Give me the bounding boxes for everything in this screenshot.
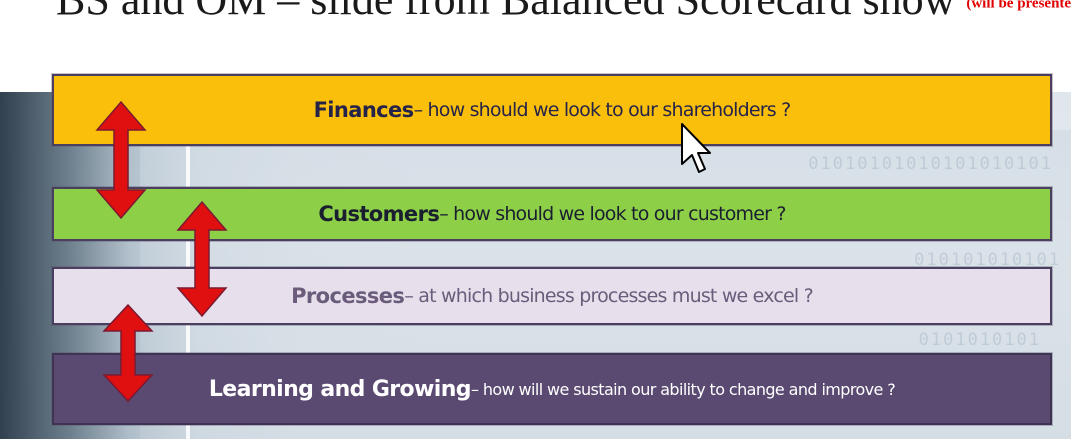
slide-title-text: BS and OM – slide from Balanced Scorecar… bbox=[56, 0, 955, 24]
bar-processes-label: Processes bbox=[291, 284, 405, 308]
bar-customers-label: Customers bbox=[318, 202, 440, 226]
bar-learning-text: – how will we sustain our ability to cha… bbox=[470, 379, 896, 399]
double-arrow-icon bbox=[95, 100, 147, 220]
slide-title-note: (will be presented bbox=[966, 0, 1071, 12]
bar-customers-text: – how should we look to our customer ? bbox=[439, 203, 786, 225]
mouse-pointer-icon bbox=[681, 123, 711, 173]
bar-learning-label: Learning and Growing bbox=[208, 376, 472, 402]
bar-learning-and-growing[interactable]: Learning and Growing – how will we susta… bbox=[52, 353, 1052, 425]
slide-title: BS and OM – slide from Balanced Scorecar… bbox=[56, 0, 1071, 22]
binary-pattern: 0101010101 bbox=[918, 330, 1041, 350]
double-arrow-icon bbox=[176, 200, 228, 318]
binary-pattern: 01010101010101010101 bbox=[808, 154, 1053, 174]
double-arrow-icon bbox=[102, 303, 154, 403]
bar-finances-text: – how should we look to our shareholders… bbox=[413, 99, 792, 121]
bar-processes-text: – at which business processes must we ex… bbox=[404, 285, 813, 307]
bar-finances-label: Finances bbox=[313, 98, 415, 122]
bar-finances[interactable]: Finances – how should we look to our sha… bbox=[52, 74, 1052, 146]
